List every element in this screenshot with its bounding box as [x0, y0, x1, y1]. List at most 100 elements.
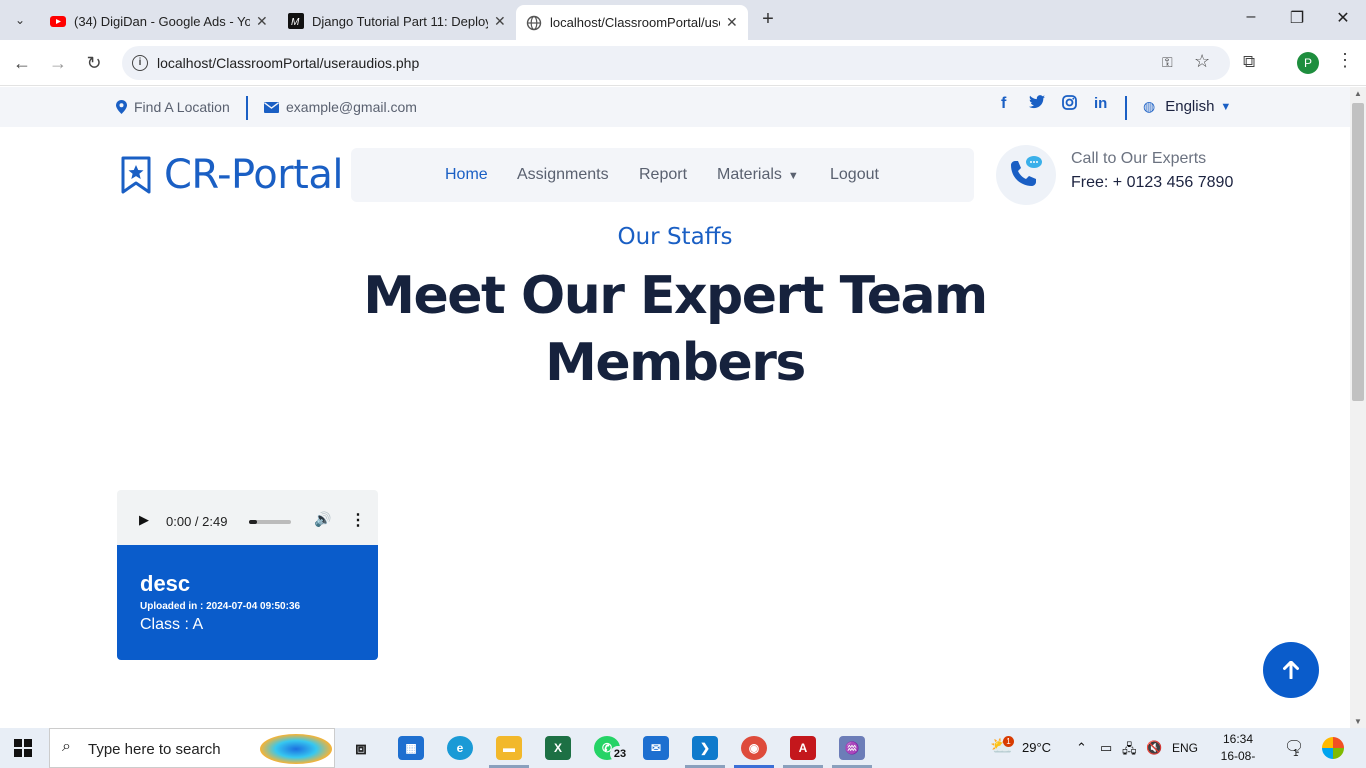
windows-taskbar: ⌕ Type here to search ⧈ ▦ e ▬ X ✆ 23 ✉ ❯… — [0, 728, 1366, 768]
system-clock[interactable]: 16:34 16-08-2024 — [1208, 731, 1268, 768]
scroll-up-arrow-icon[interactable]: ▲ — [1354, 89, 1362, 98]
chevron-down-icon: ▼ — [787, 170, 799, 182]
whatsapp-badge: 23 — [610, 746, 630, 762]
class-label: Class : A — [140, 616, 204, 633]
scroll-down-arrow-icon[interactable]: ▼ — [1354, 717, 1362, 726]
bookmark-star-icon[interactable]: ☆ — [1194, 51, 1210, 72]
tab-title: localhost/ClassroomPortal/user — [550, 15, 720, 30]
divider — [246, 96, 248, 120]
restore-button[interactable]: ❐ — [1282, 8, 1312, 28]
main-navigation: Home Assignments Report Materials ▼ Logou… — [351, 148, 974, 202]
more-options-icon[interactable]: ⋮ — [350, 510, 366, 530]
url-text[interactable]: localhost/ClassroomPortal/useraudios.php — [157, 55, 419, 71]
file-explorer-icon[interactable]: ▬ — [496, 736, 522, 760]
audio-controls: ▶ 0:00 / 2:49 🔊 ⋮ — [119, 495, 376, 540]
arrow-up-icon — [1283, 660, 1299, 680]
chevron-up-icon[interactable]: ⌃ — [1076, 740, 1087, 756]
youtube-icon — [50, 16, 66, 27]
forward-button[interactable]: → — [47, 52, 69, 74]
map-pin-icon — [116, 100, 127, 114]
reload-button[interactable]: ↻ — [83, 52, 105, 74]
meet-now-icon[interactable]: ▭ — [1100, 740, 1112, 756]
minimize-button[interactable]: – — [1236, 8, 1266, 26]
browser-tab-strip: ⌄ (34) DigiDan - Google Ads - You ✕ M Dj… — [0, 0, 1366, 40]
address-bar[interactable]: i localhost/ClassroomPortal/useraudios.p… — [122, 46, 1230, 80]
info-top-bar: Find A Location example@gmail.com f in ◍… — [0, 87, 1350, 127]
globe-icon — [526, 15, 542, 30]
clock-date: 16-08-2024 — [1220, 749, 1256, 768]
volume-muted-icon[interactable]: 🔇 — [1146, 740, 1162, 756]
close-window-button[interactable]: ✕ — [1328, 8, 1358, 28]
close-icon[interactable]: ✕ — [256, 13, 268, 30]
audio-progress-bar[interactable] — [249, 520, 291, 524]
task-view-icon[interactable]: ⧈ — [348, 736, 374, 760]
heading-line-2: Members — [545, 333, 806, 393]
email-link[interactable]: example@gmail.com — [264, 99, 417, 115]
facebook-icon[interactable]: f — [1001, 95, 1006, 113]
tab-django-tutorial[interactable]: M Django Tutorial Part 11: Deploy ✕ — [278, 6, 516, 36]
password-key-icon[interactable]: ⚿ — [1162, 54, 1173, 71]
site-logo[interactable]: CR-Portal — [120, 152, 343, 198]
windows-start-icon[interactable] — [14, 739, 32, 757]
nav-report[interactable]: Report — [639, 166, 687, 184]
instagram-icon[interactable] — [1062, 95, 1077, 115]
acrobat-icon[interactable]: A — [790, 736, 816, 760]
new-tab-button[interactable]: + — [756, 8, 780, 31]
extensions-puzzle-icon[interactable]: ⧉ — [1243, 52, 1255, 72]
find-location-link[interactable]: Find A Location — [116, 99, 230, 115]
audio-card: ▶ 0:00 / 2:49 🔊 ⋮ desc Uploaded in : 202… — [117, 490, 378, 660]
email-text: example@gmail.com — [286, 99, 417, 115]
twitter-icon[interactable] — [1029, 95, 1045, 114]
tab-classroom-portal[interactable]: localhost/ClassroomPortal/user ✕ — [516, 5, 748, 40]
divider — [1125, 96, 1127, 120]
tab-title: (34) DigiDan - Google Ads - You — [74, 13, 250, 29]
chrome-icon[interactable]: ◉ — [741, 736, 767, 760]
mail-icon[interactable]: ✉ — [643, 736, 669, 760]
nav-logout[interactable]: Logout — [830, 166, 879, 184]
audio-card-body: desc Uploaded in : 2024-07-04 09:50:36 C… — [117, 545, 378, 660]
scrollbar-thumb[interactable] — [1352, 103, 1364, 401]
weather-temp[interactable]: 29°C — [1022, 740, 1051, 755]
vscode-icon[interactable]: ❯ — [692, 736, 718, 760]
page-scrollbar[interactable]: ▲ ▼ — [1350, 87, 1366, 728]
close-icon[interactable]: ✕ — [726, 14, 738, 31]
app-icon[interactable]: ♒ — [839, 736, 865, 760]
logo-text: CR-Portal — [164, 152, 343, 198]
audio-time: 0:00 / 2:49 — [166, 514, 228, 529]
network-icon[interactable]: 🖧 — [1122, 740, 1137, 762]
call-number[interactable]: Free: + 0123 456 7890 — [1071, 174, 1233, 192]
volume-icon[interactable]: 🔊 — [314, 511, 331, 528]
envelope-icon — [264, 101, 279, 113]
back-button[interactable]: ← — [11, 52, 33, 74]
excel-icon[interactable]: X — [545, 736, 571, 760]
linkedin-icon[interactable]: in — [1094, 95, 1107, 112]
play-icon[interactable]: ▶ — [139, 512, 149, 528]
audio-progress-fill — [249, 520, 258, 524]
input-language[interactable]: ENG — [1172, 741, 1198, 755]
back-to-top-button[interactable] — [1263, 642, 1319, 698]
section-heading: Meet Our Expert Team Members — [0, 263, 1350, 397]
chevron-down-icon: ▼ — [1220, 100, 1232, 113]
browser-menu-icon[interactable]: ⋮ — [1336, 50, 1354, 71]
browser-toolbar: ← → ↻ i localhost/ClassroomPortal/userau… — [0, 40, 1366, 86]
microsoft-store-icon[interactable]: ▦ — [398, 736, 424, 760]
phone-chat-icon — [996, 145, 1056, 205]
close-icon[interactable]: ✕ — [494, 13, 506, 30]
nav-assignments[interactable]: Assignments — [517, 166, 609, 184]
nav-materials[interactable]: Materials ▼ — [717, 166, 799, 184]
tab-search-dropdown[interactable]: ⌄ — [8, 8, 32, 32]
language-selector[interactable]: ◍ English ▼ — [1143, 98, 1231, 115]
page-viewport: Find A Location example@gmail.com f in ◍… — [0, 87, 1350, 728]
heading-line-1: Meet Our Expert Team — [363, 266, 988, 326]
site-info-icon[interactable]: i — [132, 55, 148, 71]
call-label: Call to Our Experts — [1071, 150, 1207, 167]
tab-youtube[interactable]: (34) DigiDan - Google Ads - You ✕ — [40, 6, 278, 36]
profile-avatar[interactable]: P — [1297, 52, 1319, 74]
taskbar-search[interactable]: ⌕ Type here to search — [49, 728, 335, 768]
edge-browser-icon[interactable]: e — [447, 736, 473, 760]
copilot-icon[interactable] — [1322, 737, 1344, 759]
audio-description: desc — [140, 571, 191, 596]
nav-home[interactable]: Home — [445, 166, 488, 184]
audio-player[interactable]: ▶ 0:00 / 2:49 🔊 ⋮ — [117, 490, 378, 545]
location-text: Find A Location — [134, 99, 230, 115]
